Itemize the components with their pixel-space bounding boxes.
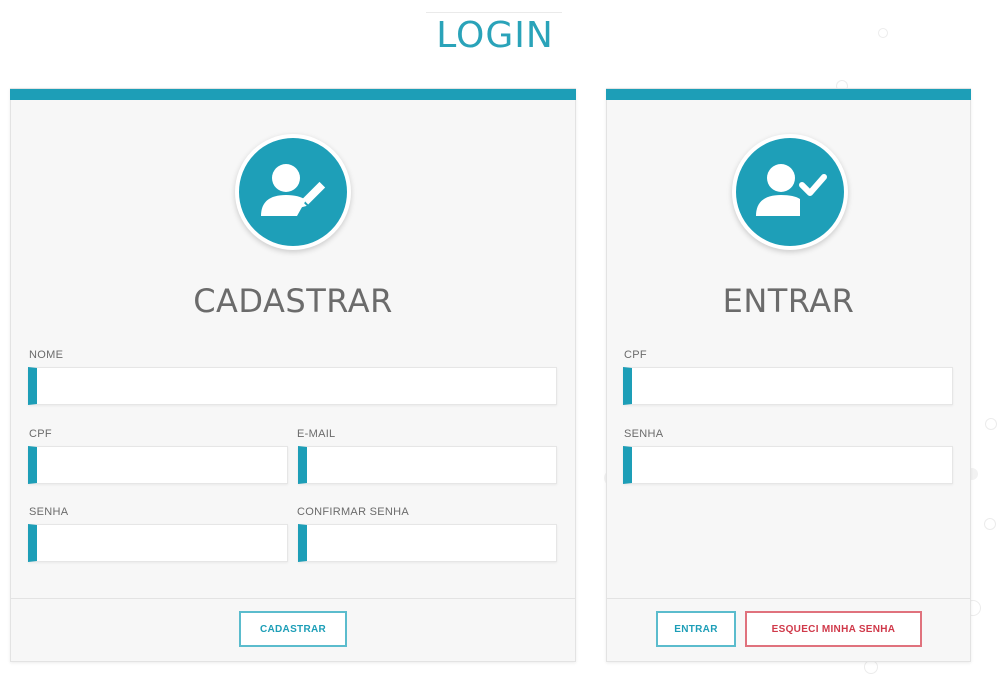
password-label: SENHA [29,506,69,518]
email-label: E-MAIL [297,428,336,440]
login-password-label: SENHA [624,428,664,440]
register-card-footer: CADASTRAR [11,598,575,661]
background-decoration [878,28,888,38]
register-card-topbar [10,89,576,100]
cpf-input[interactable] [28,446,288,484]
register-card: CADASTRAR NOME CPF E-MAIL SENHA CONFIRMA… [10,88,576,662]
cpf-label: CPF [29,428,52,440]
name-label: NOME [29,349,64,361]
password-input[interactable] [28,524,288,562]
name-input[interactable] [28,367,557,405]
background-decoration [984,518,996,530]
login-card-footer: ENTRAR ESQUECI MINHA SENHA [607,598,970,661]
forgot-password-button[interactable]: ESQUECI MINHA SENHA [745,611,922,647]
user-edit-icon [235,134,351,250]
background-decoration [985,418,997,430]
confirm-password-input[interactable] [298,524,557,562]
login-card-topbar [606,89,971,100]
page-title: LOGIN [436,15,554,56]
login-heading: ENTRAR [722,282,855,320]
login-cpf-input[interactable] [623,367,953,405]
login-password-input[interactable] [623,446,953,484]
register-button[interactable]: CADASTRAR [239,611,347,647]
background-decoration [864,660,878,674]
confirm-password-label: CONFIRMAR SENHA [297,506,410,518]
email-input[interactable] [298,446,557,484]
login-card: ENTRAR CPF SENHA ENTRAR ESQUECI MINHA SE… [606,88,971,662]
login-cpf-label: CPF [624,349,647,361]
user-check-icon [732,134,848,250]
register-heading: CADASTRAR [193,282,393,320]
login-button[interactable]: ENTRAR [656,611,736,647]
